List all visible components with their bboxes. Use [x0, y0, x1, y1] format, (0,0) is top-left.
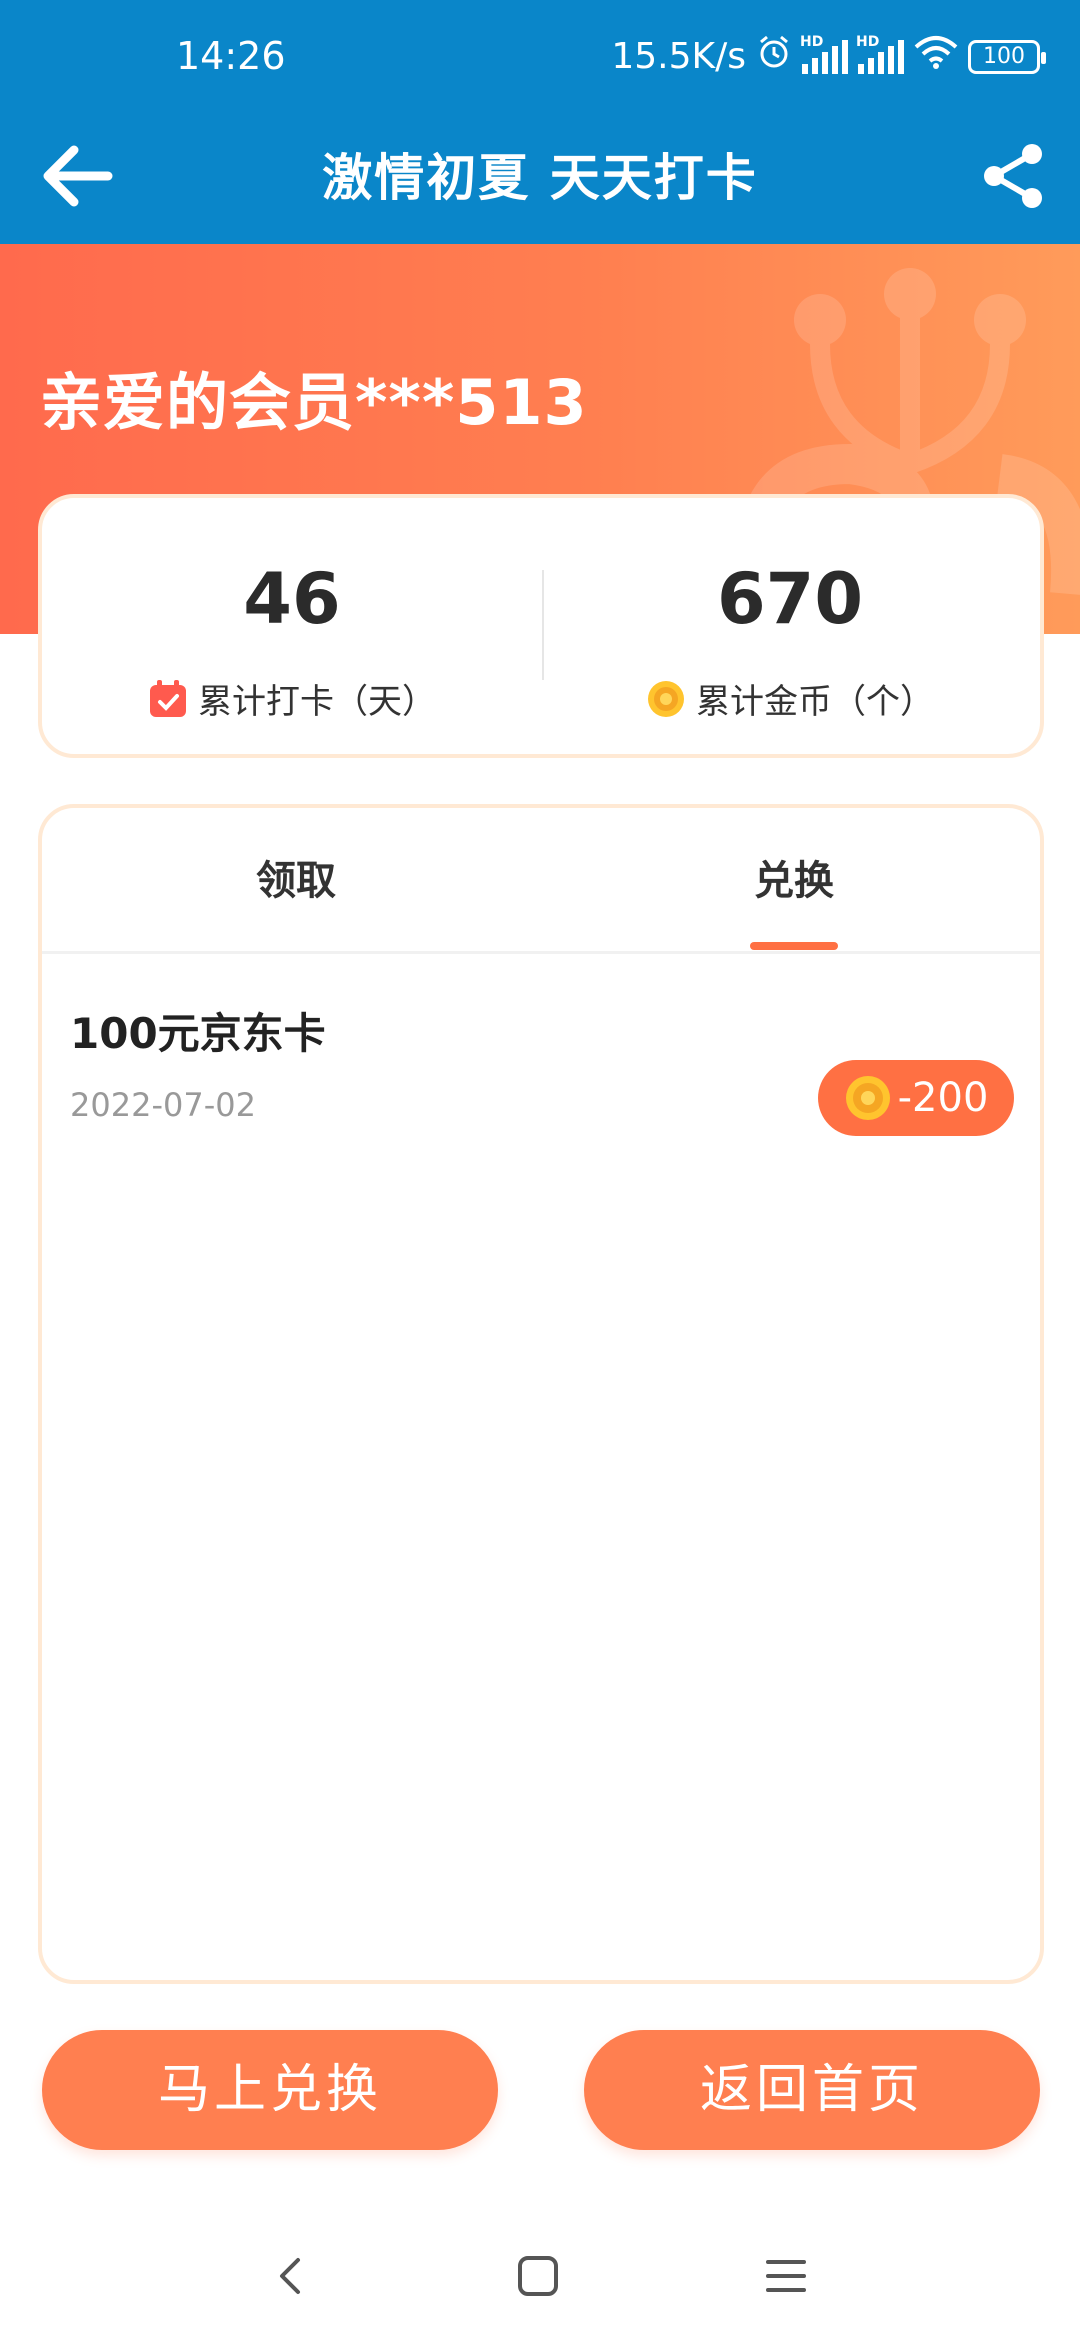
member-greeting: 亲爱的会员***513 [40, 366, 588, 439]
calendar-icon [148, 679, 188, 719]
tab-bar: 领取 兑换 [42, 808, 1040, 954]
coin-icon [844, 1074, 892, 1122]
battery-icon: 100 [968, 39, 1046, 74]
page-title: 激情初夏 天天打卡 [322, 149, 758, 207]
list-item: 100元京东卡 2022-07-02 -200 [42, 978, 1040, 1136]
wifi-icon [914, 35, 958, 78]
coins-label: 累计金币（个） [696, 682, 934, 722]
back-home-button[interactable]: 返回首页 [584, 2030, 1040, 2150]
alarm-icon [756, 34, 792, 79]
record-date: 2022-07-02 [70, 1086, 256, 1124]
system-nav-bar [0, 2210, 1080, 2340]
nav-bar: 激情初夏 天天打卡 [0, 110, 1080, 244]
system-back-icon[interactable] [260, 2246, 320, 2306]
redeem-now-button[interactable]: 马上兑换 [42, 2030, 498, 2150]
coins-value: 670 [716, 558, 864, 640]
coins-label-row: 累计金币（个） [540, 674, 1040, 723]
checkin-days-value: 46 [243, 558, 341, 640]
signal-icon: HD [856, 34, 904, 74]
status-time: 14:26 [176, 34, 286, 78]
checkin-days-label-row: 累计打卡（天） [42, 674, 542, 723]
record-title: 100元京东卡 [70, 1009, 326, 1058]
tab-active-indicator [750, 942, 838, 950]
status-bar: 14:26 15.5K/s HD HD 100 [0, 0, 1080, 110]
share-icon[interactable] [978, 136, 1050, 216]
coin-amount: -200 [897, 1075, 989, 1121]
tab-receive[interactable]: 领取 [146, 808, 446, 954]
signal-icon: HD [800, 34, 848, 74]
system-menu-icon[interactable] [756, 2246, 816, 2306]
checkin-stat: 46 累计打卡（天） [42, 498, 542, 754]
coin-icon [646, 679, 686, 719]
coin-amount-badge: -200 [818, 1060, 1014, 1136]
checkin-days-label: 累计打卡（天） [198, 682, 436, 722]
tab-exchange[interactable]: 兑换 [644, 808, 944, 954]
status-icons: 15.5K/s HD HD 100 [611, 34, 1046, 79]
coins-stat: 670 累计金币（个） [540, 498, 1040, 754]
stats-card: 46 累计打卡（天） 670 累计金币（个） [38, 494, 1044, 758]
network-speed: 15.5K/s [611, 36, 746, 77]
records-card: 领取 兑换 100元京东卡 2022-07-02 -200 [38, 804, 1044, 1984]
system-home-icon[interactable] [508, 2246, 568, 2306]
